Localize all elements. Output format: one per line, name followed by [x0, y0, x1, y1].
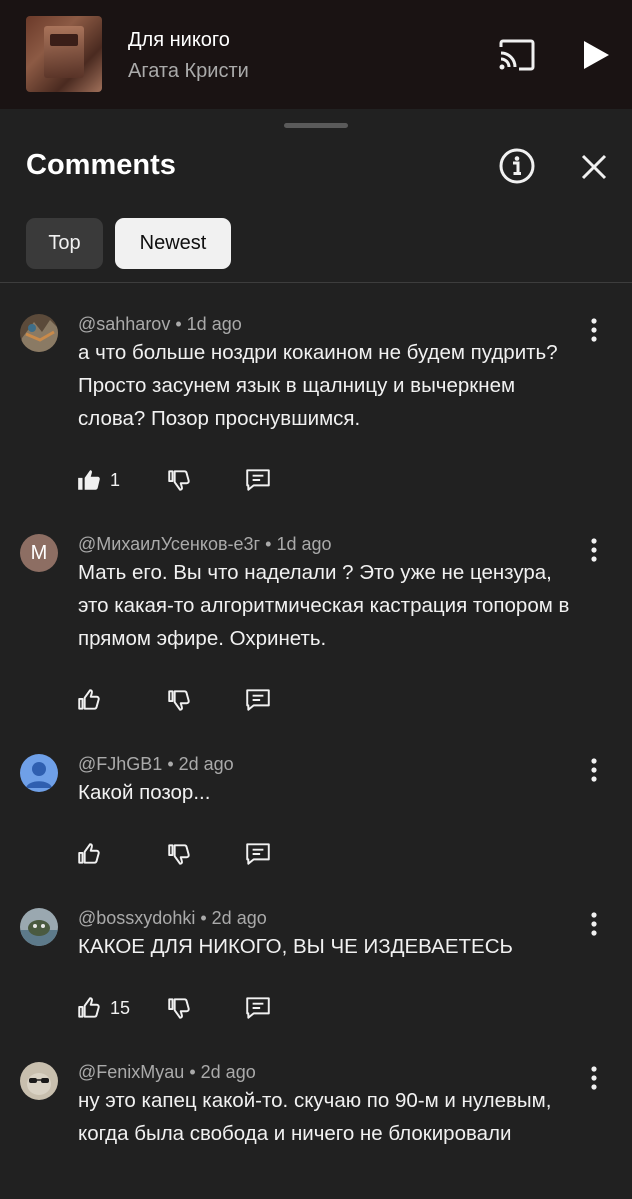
more-options-icon[interactable] — [584, 316, 604, 344]
reply-icon — [244, 841, 272, 867]
comment-meta: @bossxydohki • 2d ago — [78, 908, 267, 929]
avatar[interactable] — [20, 314, 58, 352]
comment-age: 2d ago — [211, 908, 267, 928]
album-art-thumbnail[interactable] — [26, 16, 102, 92]
meta-separator: • — [189, 1062, 196, 1082]
thumbs-up-filled-icon — [76, 467, 102, 493]
more-options-icon[interactable] — [584, 1064, 604, 1092]
more-options-icon[interactable] — [584, 910, 604, 938]
comment-age: 1d ago — [276, 534, 332, 554]
comment-age: 2d ago — [200, 1062, 256, 1082]
divider — [0, 282, 632, 283]
comment-author[interactable]: @bossxydohki — [78, 908, 195, 928]
reply-button[interactable] — [244, 840, 272, 868]
avatar[interactable] — [20, 754, 58, 792]
drag-handle[interactable] — [284, 123, 348, 128]
close-icon[interactable] — [578, 151, 610, 183]
thumbs-down-icon — [166, 995, 192, 1021]
reply-button[interactable] — [244, 686, 272, 714]
chip-newest[interactable]: Newest — [115, 218, 231, 269]
comment-text: КАКОЕ ДЛЯ НИКОГО, ВЫ ЧЕ ИЗДЕВАЕТЕСЬ — [78, 935, 513, 958]
thumbs-down-icon — [166, 687, 192, 713]
comments-title: Comments — [26, 149, 176, 181]
meta-separator: • — [200, 908, 207, 928]
mini-player[interactable]: Для никого Агата Кристи — [0, 0, 632, 109]
comments-panel: Comments Top Newest @sahharov • 1d ago а… — [0, 109, 632, 1199]
comment-text: а что больше ноздри кокаином не будем пу… — [78, 341, 558, 430]
comment-author[interactable]: @FJhGB1 — [78, 754, 162, 774]
like-button[interactable]: 1 — [76, 466, 120, 494]
reply-button[interactable] — [244, 994, 272, 1022]
dislike-button[interactable] — [166, 466, 192, 494]
more-options-icon[interactable] — [584, 536, 604, 564]
comment-meta: @FenixMyau • 2d ago — [78, 1062, 256, 1083]
meta-separator: • — [175, 314, 182, 334]
comment-author[interactable]: @МихаилУсенков-е3г — [78, 534, 260, 554]
reply-icon — [244, 687, 272, 713]
comment-actions: 15 — [76, 994, 376, 1024]
like-button[interactable] — [76, 840, 110, 868]
chip-top[interactable]: Top — [26, 218, 103, 269]
thumbs-down-icon — [166, 467, 192, 493]
dislike-button[interactable] — [166, 994, 192, 1022]
comment-text: ну это капец какой-то. скучаю по 90-м и … — [78, 1089, 552, 1145]
song-title[interactable]: Для никого — [128, 29, 230, 52]
avatar[interactable] — [20, 908, 58, 946]
thumbs-up-icon — [76, 687, 102, 713]
thumbs-up-icon — [76, 841, 102, 867]
like-count: 1 — [110, 469, 121, 490]
avatar[interactable] — [20, 1062, 58, 1100]
comment-meta: @МихаилУсенков-е3г • 1d ago — [78, 534, 332, 555]
comment-meta: @sahharov • 1d ago — [78, 314, 242, 335]
comment-author[interactable]: @FenixMyau — [78, 1062, 184, 1082]
dislike-button[interactable] — [166, 840, 192, 868]
like-count: 15 — [110, 997, 131, 1018]
info-icon[interactable] — [498, 147, 536, 185]
comment-text: Мать его. Вы что наделали ? Это уже не ц… — [78, 561, 570, 650]
comment-text: Какой позор... — [78, 781, 211, 804]
reply-icon — [244, 467, 272, 493]
cast-icon[interactable] — [497, 38, 537, 72]
comment-age: 1d ago — [186, 314, 242, 334]
comment-actions — [76, 840, 376, 870]
reply-button[interactable] — [244, 466, 272, 494]
comment-author[interactable]: @sahharov — [78, 314, 170, 334]
reply-icon — [244, 995, 272, 1021]
play-icon[interactable] — [580, 38, 612, 72]
song-artist[interactable]: Агата Кристи — [128, 60, 249, 83]
like-button[interactable] — [76, 686, 110, 714]
meta-separator: • — [265, 534, 272, 554]
like-button[interactable]: 15 — [76, 994, 130, 1022]
comment-meta: @FJhGB1 • 2d ago — [78, 754, 234, 775]
comment-actions — [76, 686, 376, 716]
thumbs-down-icon — [166, 841, 192, 867]
dislike-button[interactable] — [166, 686, 192, 714]
avatar[interactable]: М — [20, 534, 58, 572]
thumbs-up-icon — [76, 995, 102, 1021]
more-options-icon[interactable] — [584, 756, 604, 784]
comment-actions: 1 — [76, 466, 376, 496]
comment-age: 2d ago — [178, 754, 234, 774]
meta-separator: • — [167, 754, 174, 774]
